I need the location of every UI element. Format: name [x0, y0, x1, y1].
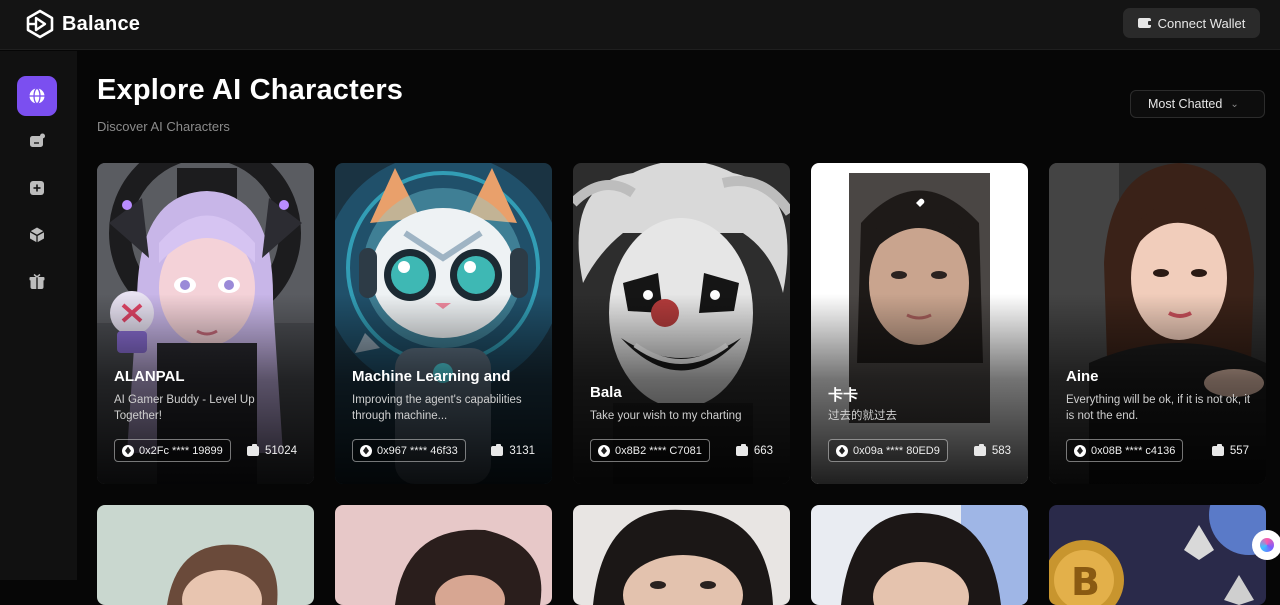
page-title: Explore AI Characters: [97, 74, 404, 106]
character-card[interactable]: Machine Learning and Improving the agent…: [335, 163, 552, 484]
cube-icon: [29, 227, 45, 243]
gift-icon: [29, 273, 45, 289]
character-card[interactable]: Bala Take your wish to my charting 0x8B2…: [573, 163, 790, 484]
app-name: Balance: [62, 12, 141, 35]
character-image: [335, 505, 552, 605]
creator-address[interactable]: 0x967 **** 46f33: [352, 439, 466, 462]
chat-count-value: 583: [991, 444, 1011, 457]
creator-address-text: 0x09a **** 80ED9: [853, 444, 940, 457]
character-image: [811, 505, 1028, 605]
wallet-icon: [1137, 18, 1152, 28]
ethereum-icon: [836, 444, 848, 457]
globe-icon: [29, 87, 45, 105]
character-image: B: [1049, 505, 1266, 605]
chat-count: 3131: [491, 439, 535, 462]
assistant-icon: [1260, 538, 1274, 552]
creator-address[interactable]: 0x8B2 **** C7081: [590, 439, 710, 462]
connect-wallet-button[interactable]: Connect Wallet: [1123, 8, 1260, 38]
ethereum-icon: [1074, 444, 1086, 457]
character-grid: ALANPAL AI Gamer Buddy - Level Up Togeth…: [97, 163, 1266, 605]
creator-address[interactable]: 0x2Fc **** 19899: [114, 439, 231, 462]
character-description: AI Gamer Buddy - Level Up Together!: [114, 394, 255, 422]
creator-address-text: 0x08B **** c4136: [1091, 444, 1176, 457]
character-card[interactable]: B: [1049, 505, 1266, 605]
plus-square-icon: [30, 181, 44, 195]
top-bar: Balance Connect Wallet: [0, 0, 1280, 50]
creator-address[interactable]: 0x09a **** 80ED9: [828, 439, 948, 462]
character-name: Bala: [590, 384, 622, 401]
chat-count: 557: [1211, 439, 1249, 462]
sidebar-item-cube[interactable]: [17, 215, 57, 255]
sort-selected-value: Most Chatted: [1148, 97, 1223, 111]
sidebar-item-chats[interactable]: [17, 121, 57, 161]
character-name: 卡卡: [828, 387, 859, 404]
chat-icon: [1211, 443, 1224, 456]
character-image: [97, 505, 314, 605]
creator-address[interactable]: 0x08B **** c4136: [1066, 439, 1184, 462]
character-description: 过去的就过去: [828, 410, 897, 422]
chat-count: 663: [735, 439, 773, 462]
sidebar-item-explore[interactable]: [17, 76, 57, 116]
connect-wallet-label: Connect Wallet: [1157, 15, 1246, 31]
sidebar: [0, 51, 77, 580]
ethereum-icon: [360, 444, 372, 457]
chat-count-value: 557: [1229, 444, 1249, 457]
character-image: [573, 505, 790, 605]
brand-logo[interactable]: Balance: [26, 9, 140, 39]
character-card[interactable]: [335, 505, 552, 605]
character-card[interactable]: [97, 505, 314, 605]
chat-icon: [247, 443, 260, 456]
sort-dropdown[interactable]: Most Chatted ⌄: [1130, 90, 1265, 118]
sidebar-item-create[interactable]: [17, 168, 57, 208]
ethereum-icon: [598, 444, 610, 457]
balance-logo-icon: [26, 9, 54, 39]
svg-text:B: B: [1071, 560, 1100, 604]
chat-icon: [735, 443, 748, 456]
chat-count-value: 3131: [509, 444, 535, 457]
chat-count: 51024: [247, 439, 297, 462]
chevron-down-icon: ⌄: [1230, 98, 1239, 110]
chat-count-value: 663: [753, 444, 773, 457]
character-card[interactable]: 卡卡 过去的就过去 0x09a **** 80ED9 583: [811, 163, 1028, 484]
character-description: Take your wish to my charting: [590, 410, 742, 422]
chat-icon: [491, 443, 504, 456]
chat-support-button[interactable]: [1252, 530, 1280, 560]
chat-count: 583: [973, 439, 1011, 462]
character-name: Machine Learning and: [352, 368, 511, 385]
character-description: Everything will be ok, if it is not ok, …: [1066, 394, 1251, 422]
creator-address-text: 0x2Fc **** 19899: [139, 444, 223, 457]
chat-count-value: 51024: [265, 444, 297, 457]
chat-icon: [973, 443, 986, 456]
ethereum-icon: [122, 444, 134, 457]
character-card[interactable]: Aine Everything will be ok, if it is not…: [1049, 163, 1266, 484]
sidebar-item-rewards[interactable]: [17, 262, 57, 302]
creator-address-text: 0x967 **** 46f33: [377, 444, 458, 457]
character-name: ALANPAL: [114, 368, 185, 385]
character-name: Aine: [1066, 368, 1099, 385]
creator-address-text: 0x8B2 **** C7081: [615, 444, 702, 457]
page-subtitle: Discover AI Characters: [97, 119, 230, 134]
character-card[interactable]: ALANPAL AI Gamer Buddy - Level Up Togeth…: [97, 163, 314, 484]
character-card[interactable]: [573, 505, 790, 605]
chat-plus-icon: [30, 133, 45, 147]
character-description: Improving the agent's capabilities throu…: [352, 394, 522, 422]
character-card[interactable]: [811, 505, 1028, 605]
